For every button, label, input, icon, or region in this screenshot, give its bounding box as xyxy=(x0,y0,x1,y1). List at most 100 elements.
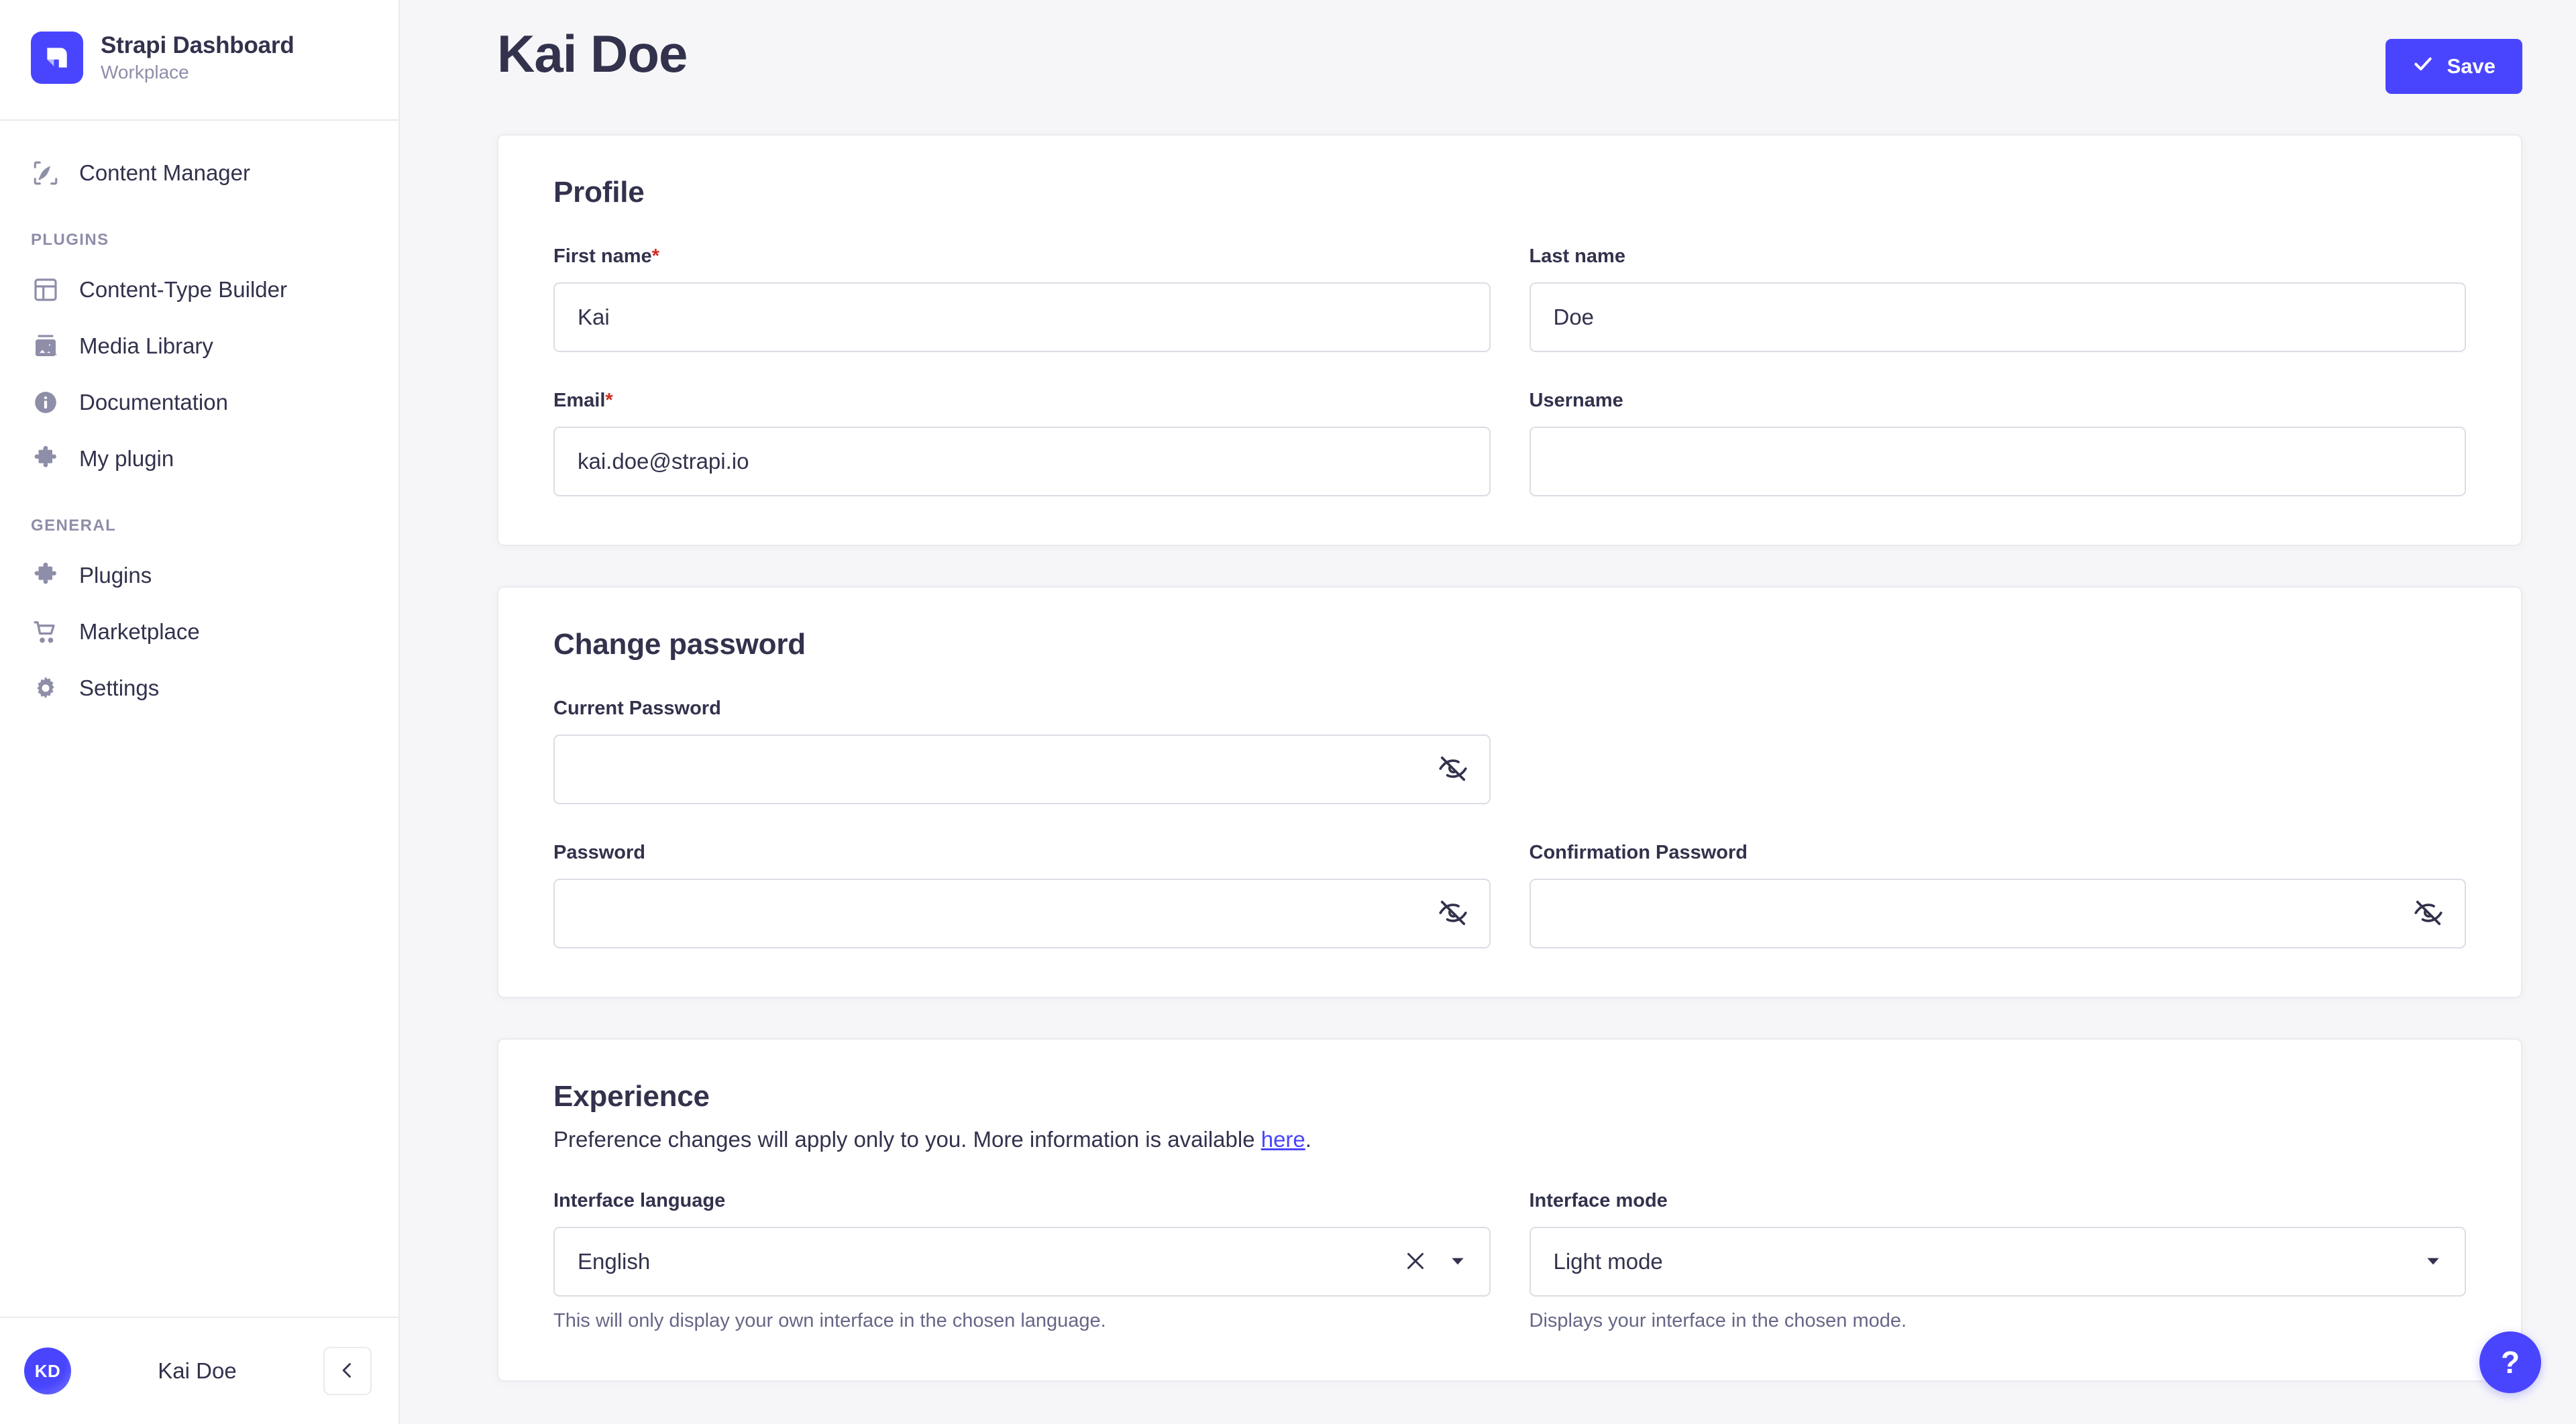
profile-card-title: Profile xyxy=(553,176,645,209)
experience-row: Interface language English This will onl… xyxy=(553,1190,2466,1332)
password-row: Password Confirmation Password xyxy=(553,842,2466,948)
sidebar-item-label: Documentation xyxy=(79,390,228,415)
current-password-visibility-toggle[interactable] xyxy=(1436,752,1470,787)
current-password-spacer xyxy=(1529,698,2467,804)
email-field: Email* xyxy=(553,390,1491,496)
password-visibility-toggle[interactable] xyxy=(1436,896,1470,931)
experience-here-link[interactable]: here xyxy=(1261,1127,1305,1152)
first-name-input[interactable] xyxy=(553,282,1491,352)
interface-language-clear-button[interactable] xyxy=(1397,1249,1434,1275)
save-button-label: Save xyxy=(2447,54,2496,78)
gear-icon xyxy=(31,673,60,703)
puzzle-piece-icon xyxy=(31,561,60,590)
confirmation-password-visibility-toggle[interactable] xyxy=(2411,896,2446,931)
shopping-cart-icon xyxy=(31,617,60,647)
sidebar-item-settings[interactable]: Settings xyxy=(0,660,398,716)
interface-mode-hint: Displays your interface in the chosen mo… xyxy=(1529,1310,1907,1331)
experience-description-text: Preference changes will apply only to yo… xyxy=(553,1127,1261,1152)
last-name-label: Last name xyxy=(1529,245,1625,267)
current-password-field: Current Password xyxy=(553,698,1491,804)
interface-language-select[interactable]: English xyxy=(553,1227,1491,1297)
experience-description-suffix: . xyxy=(1305,1127,1311,1152)
page-header: Kai Doe Save xyxy=(400,0,2576,134)
current-password-label: Current Password xyxy=(553,698,721,719)
check-icon xyxy=(2412,53,2434,80)
close-icon xyxy=(1403,1249,1428,1275)
first-name-field: First name* xyxy=(553,245,1491,352)
change-password-card: Change password Current Password Passwor… xyxy=(497,586,2522,998)
sidebar-collapse-button[interactable] xyxy=(323,1347,372,1395)
interface-mode-label: Interface mode xyxy=(1529,1190,1668,1211)
sidebar-item-label: Marketplace xyxy=(79,619,200,644)
email-input[interactable] xyxy=(553,427,1491,496)
interface-language-hint: This will only display your own interfac… xyxy=(553,1310,1106,1331)
required-asterisk: * xyxy=(651,245,659,267)
interface-language-value: English xyxy=(578,1249,651,1274)
profile-card: Profile First name* Last name xyxy=(497,134,2522,546)
brand-header[interactable]: Strapi Dashboard Workplace xyxy=(0,0,398,121)
current-password-row: Current Password xyxy=(553,698,2466,804)
save-button[interactable]: Save xyxy=(2385,39,2522,94)
password-field: Password xyxy=(553,842,1491,948)
sidebar-item-marketplace[interactable]: Marketplace xyxy=(0,604,398,660)
sidebar-item-content-manager[interactable]: Content Manager xyxy=(0,145,398,201)
username-field: Username xyxy=(1529,390,2466,496)
sidebar-item-my-plugin[interactable]: My plugin xyxy=(0,431,398,487)
avatar[interactable]: KD xyxy=(24,1348,71,1394)
current-password-input[interactable] xyxy=(553,734,1491,804)
change-password-card-title: Change password xyxy=(553,628,806,661)
eye-off-icon xyxy=(1438,753,1468,786)
strapi-logo-icon xyxy=(31,32,83,84)
interface-mode-select[interactable]: Light mode xyxy=(1529,1227,2466,1297)
layout-blocks-icon xyxy=(31,275,60,305)
chevron-down-icon xyxy=(1449,1252,1466,1272)
chevron-down-icon xyxy=(2424,1252,2442,1272)
password-input[interactable] xyxy=(553,879,1491,948)
sidebar-item-label: Settings xyxy=(79,675,160,700)
app-root: Strapi Dashboard Workplace Content Manag… xyxy=(0,0,2576,1424)
sidebar-section-plugins: PLUGINS xyxy=(31,231,109,249)
feather-write-icon xyxy=(31,158,60,188)
interface-language-field: Interface language English This will onl… xyxy=(553,1190,1491,1332)
username-input[interactable] xyxy=(1529,427,2466,496)
interface-language-caret-button[interactable] xyxy=(1434,1252,1466,1272)
main-content: Kai Doe Save Profile First name* Kai Las… xyxy=(400,0,2576,1424)
experience-card: Experience Preference changes will apply… xyxy=(497,1038,2522,1382)
email-label: Email* xyxy=(553,390,613,411)
page-title: Kai Doe xyxy=(497,24,688,83)
first-name-label: First name* xyxy=(553,245,659,267)
sidebar-item-label: Media Library xyxy=(79,333,213,358)
confirmation-password-input[interactable] xyxy=(1529,879,2466,948)
experience-description: Preference changes will apply only to yo… xyxy=(553,1127,2466,1152)
puzzle-piece-icon xyxy=(31,444,60,474)
sidebar-item-label: Content Manager xyxy=(79,160,250,185)
interface-mode-field: Interface mode Light mode Displays your … xyxy=(1529,1190,2466,1332)
eye-off-icon xyxy=(1438,897,1468,930)
password-label: Password xyxy=(553,842,645,863)
info-circle-icon xyxy=(31,388,60,417)
question-mark-icon: ? xyxy=(2500,1345,2520,1380)
sidebar-item-media-library[interactable]: Media Library xyxy=(0,318,398,374)
sidebar: Strapi Dashboard Workplace Content Manag… xyxy=(0,0,400,1424)
sidebar-section-general: GENERAL xyxy=(31,516,117,535)
username-label: Username xyxy=(1529,390,1623,411)
sidebar-item-content-type-builder[interactable]: Content-Type Builder xyxy=(0,262,398,318)
sidebar-item-label: My plugin xyxy=(79,446,174,471)
settings-content: Profile First name* Last name xyxy=(400,134,2576,1382)
profile-row-names: First name* Last name xyxy=(553,245,2466,352)
sidebar-item-plugins[interactable]: Plugins xyxy=(0,547,398,604)
confirmation-password-field: Confirmation Password xyxy=(1529,842,2466,948)
eye-off-icon xyxy=(2413,897,2444,930)
profile-row-email: Email* Username xyxy=(553,390,2466,496)
brand-title: Strapi Dashboard xyxy=(101,32,294,58)
help-button[interactable]: ? xyxy=(2479,1331,2541,1393)
last-name-field: Last name xyxy=(1529,245,2466,352)
sidebar-item-label: Content-Type Builder xyxy=(79,277,288,302)
brand-subtitle: Workplace xyxy=(101,62,189,83)
interface-language-label: Interface language xyxy=(553,1190,726,1211)
sidebar-nav: Content Manager PLUGINS Content-Type Bui… xyxy=(0,121,398,1317)
last-name-input[interactable] xyxy=(1529,282,2466,352)
sidebar-item-documentation[interactable]: Documentation xyxy=(0,374,398,431)
interface-mode-caret-button[interactable] xyxy=(2410,1252,2442,1272)
sidebar-footer: KD Kai Doe xyxy=(0,1317,398,1424)
